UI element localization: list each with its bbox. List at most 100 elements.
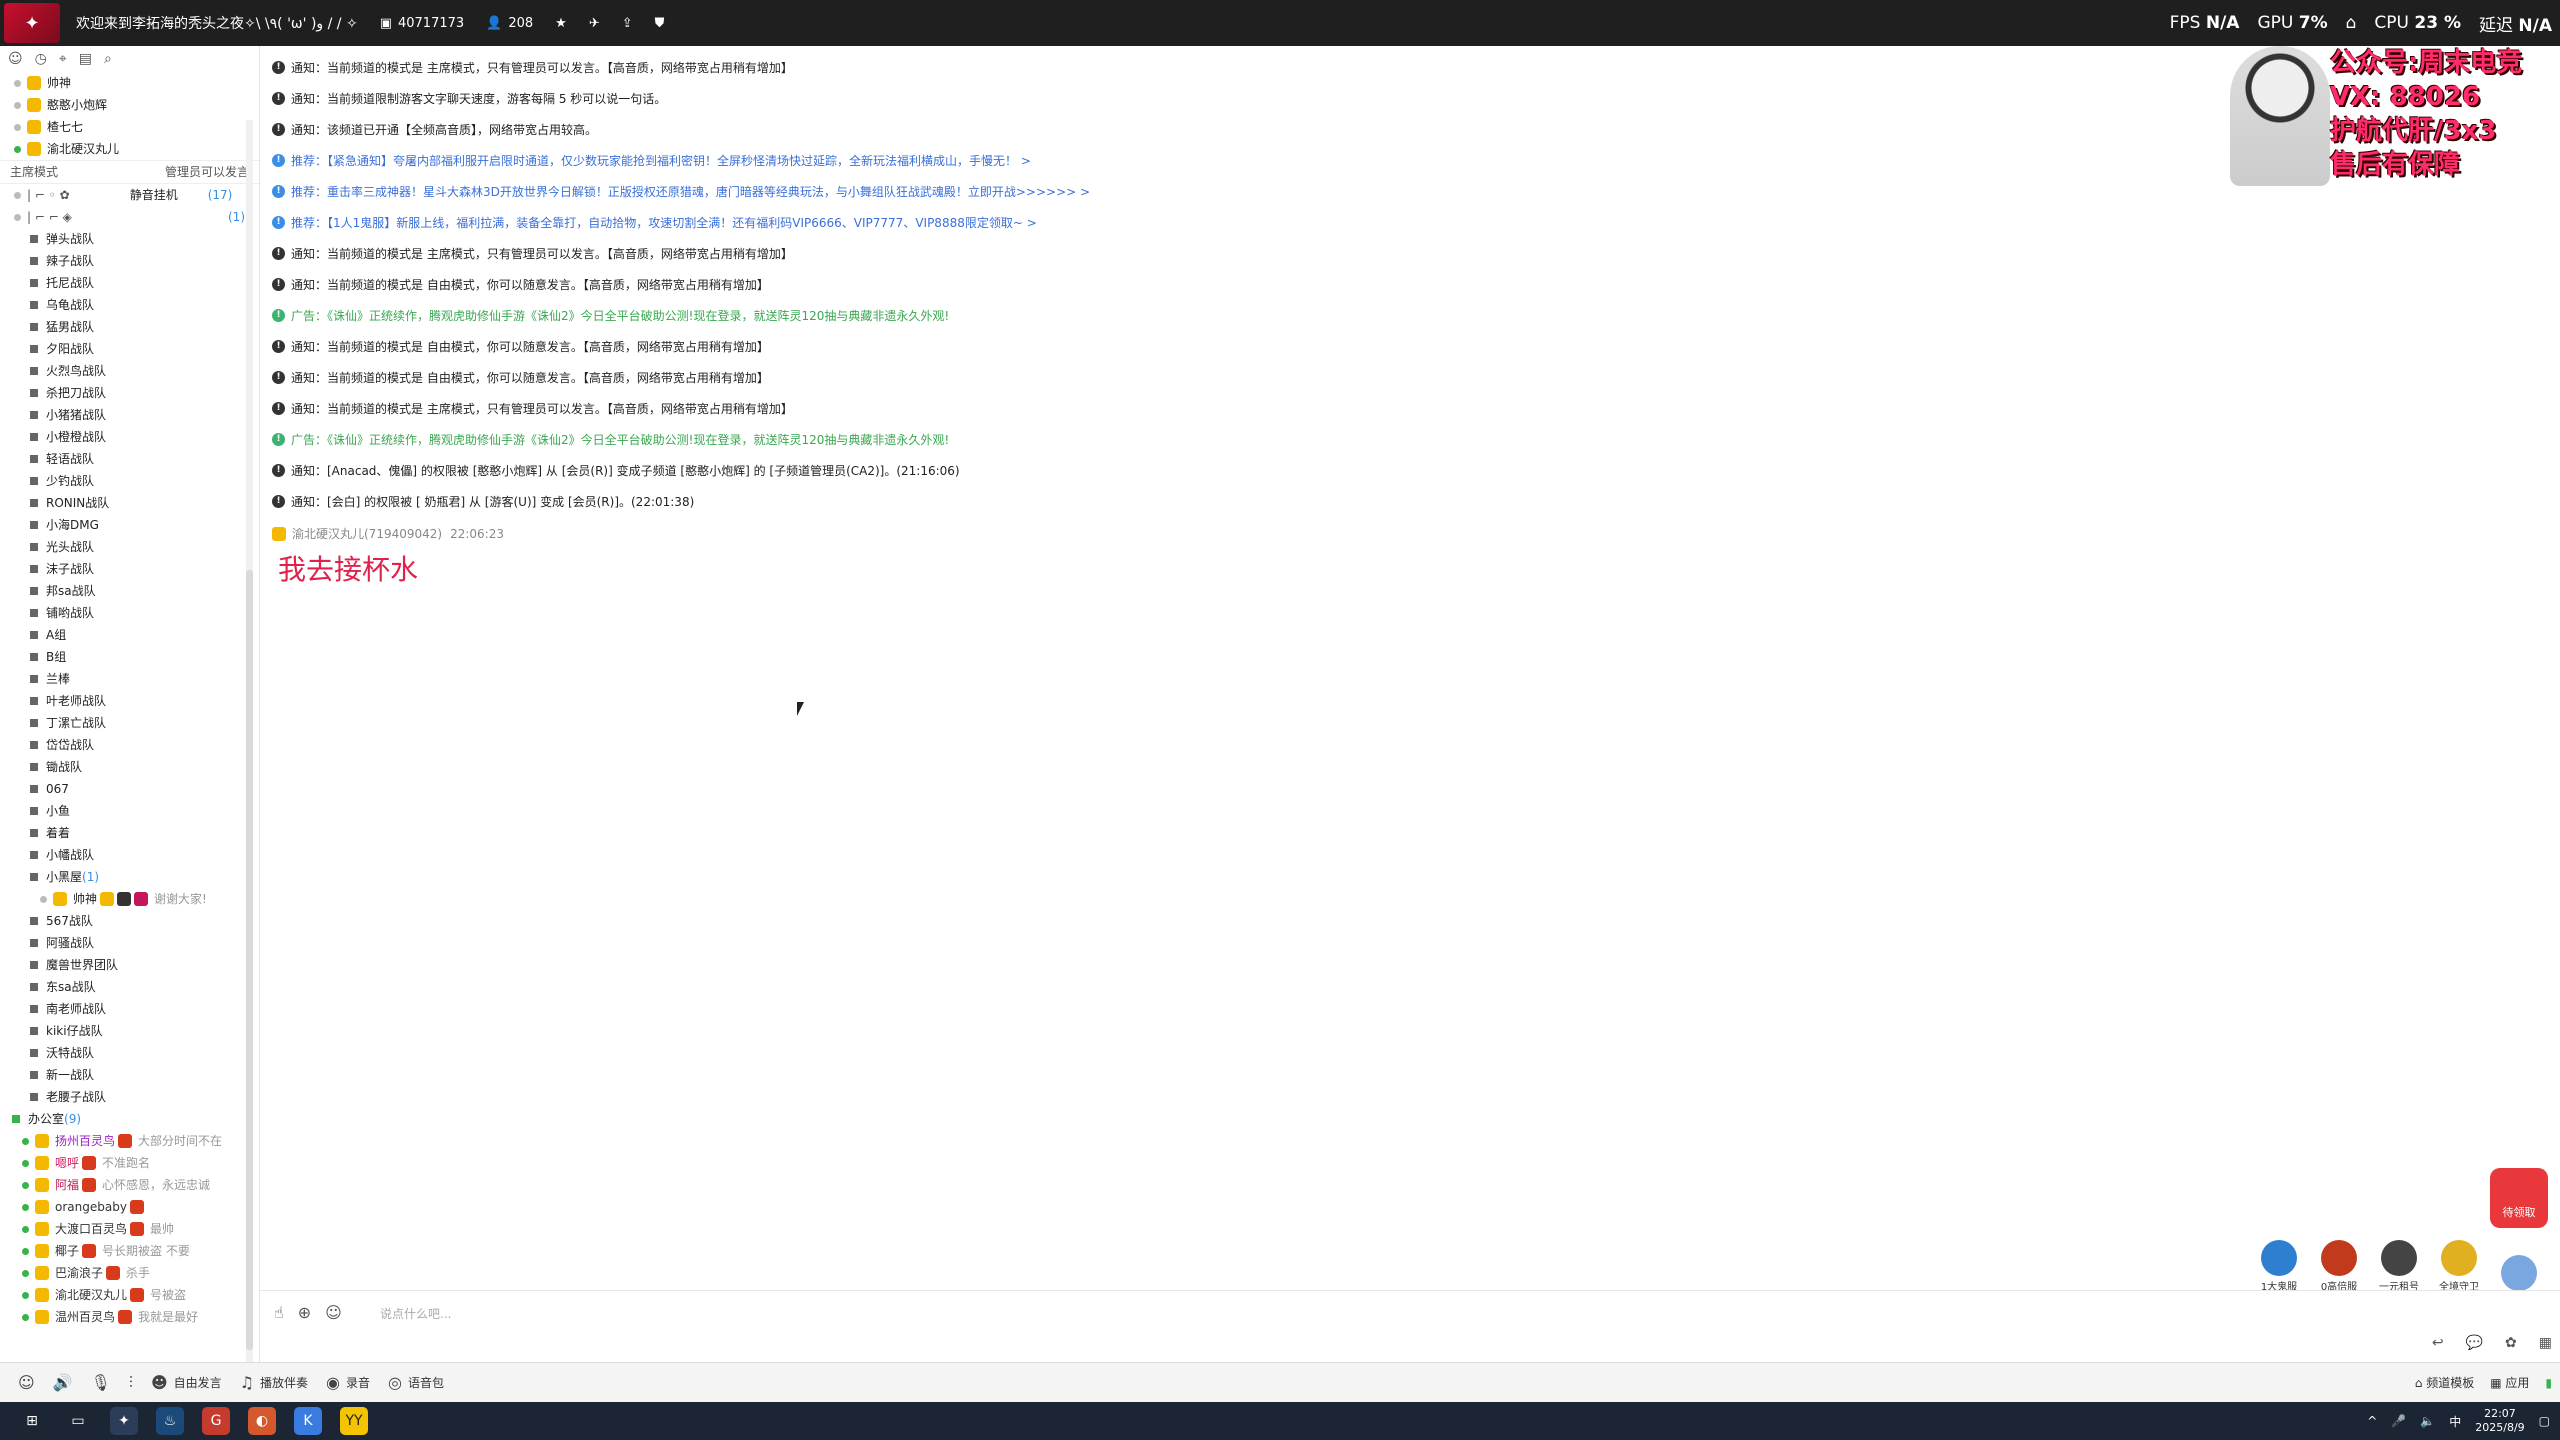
kook-icon[interactable]: K — [294, 1407, 322, 1435]
location-icon[interactable]: ⌖ — [59, 51, 67, 67]
comment-icon[interactable]: 💬 — [2466, 1335, 2483, 1351]
list-item[interactable]: 兰棒 — [0, 668, 259, 690]
list-item[interactable]: 丁漯亡战队 — [0, 712, 259, 734]
list-item[interactable]: 567战队 — [0, 910, 259, 932]
list-item[interactable]: 少钓战队 — [0, 470, 259, 492]
list-item[interactable]: 阿骚战队 — [0, 932, 259, 954]
list-item[interactable]: 火烈鸟战队 — [0, 360, 259, 382]
list-item[interactable]: 渝北硬汉丸儿 号被盗 — [0, 1284, 259, 1306]
list-item[interactable]: 魔兽世界团队 — [0, 954, 259, 976]
notification-icon[interactable]: ▢ — [2539, 1414, 2550, 1428]
online-count[interactable]: 👤 208 — [486, 16, 533, 31]
user-icon[interactable]: ☺ — [8, 51, 23, 67]
list-item[interactable]: 乌龟战队 — [0, 294, 259, 316]
list-item[interactable]: 扬州百灵鸟 大部分时间不在 — [0, 1130, 259, 1152]
hang-channel-2[interactable]: | ⌐ ⌐ ◈ (1) — [0, 206, 259, 228]
emoji-search-icon[interactable]: ☺ — [325, 1303, 342, 1322]
clock[interactable]: 22:07 2025/8/9 — [2475, 1407, 2524, 1435]
list-item[interactable]: A组 — [0, 624, 259, 646]
free-speech-button[interactable]: ☻ 自由发言 — [151, 1373, 222, 1392]
office-channel[interactable]: 办公室 (9) — [0, 1108, 259, 1130]
list-item[interactable]: 帅神 — [0, 72, 259, 94]
list-item[interactable]: 小橙橙战队 — [0, 426, 259, 448]
treasure-box[interactable]: 待领取 — [2490, 1168, 2548, 1228]
list-item[interactable]: 铺哟战队 — [0, 602, 259, 624]
list-item[interactable]: 托尼战队 — [0, 272, 259, 294]
list-item[interactable]: 新一战队 — [0, 1064, 259, 1086]
list-item[interactable]: 巴渝浪子 杀手 — [0, 1262, 259, 1284]
favorite-icon[interactable]: ★ — [555, 16, 567, 31]
sidebar-scrollbar[interactable] — [246, 120, 253, 1362]
list-item[interactable]: 猛男战队 — [0, 316, 259, 338]
avatar-icon[interactable]: ☺ — [18, 1373, 35, 1392]
share-icon[interactable]: ⇪ — [622, 16, 633, 31]
list-item[interactable]: RONIN战队 — [0, 492, 259, 514]
template-button[interactable]: ⌂ 频道模板 — [2415, 1374, 2474, 1391]
yy-icon[interactable]: YY — [340, 1407, 368, 1435]
list-item[interactable]: 憨憨小炮辉 — [0, 94, 259, 116]
list-item[interactable]: 锄战队 — [0, 756, 259, 778]
list-item[interactable]: 老腰子战队 — [0, 1086, 259, 1108]
channel-id[interactable]: ▣ 40717173 — [380, 16, 464, 31]
list-item[interactable]: 沃特战队 — [0, 1042, 259, 1064]
list-item[interactable]: 小鱼 — [0, 800, 259, 822]
notes-icon[interactable]: ▤ — [79, 51, 92, 67]
browser-icon[interactable]: ◐ — [248, 1407, 276, 1435]
list-item[interactable]: 邦sa战队 — [0, 580, 259, 602]
list-item[interactable]: orangebaby — [0, 1196, 259, 1218]
list-item[interactable]: 着着 — [0, 822, 259, 844]
list-item[interactable]: 大渡口百灵鸟 最帅 — [0, 1218, 259, 1240]
windows-start-icon[interactable]: ⊞ — [18, 1407, 46, 1435]
list-item[interactable]: 阿福 心怀感恩，永远忠诚 — [0, 1174, 259, 1196]
search-icon[interactable]: ⌕ — [104, 51, 112, 67]
list-item[interactable]: kiki仔战队 — [0, 1020, 259, 1042]
list-item[interactable]: 小黑屋 (1) — [0, 866, 259, 888]
shield-icon[interactable]: ⛊ — [655, 16, 665, 31]
chrome-icon[interactable]: G — [202, 1407, 230, 1435]
record-button[interactable]: ◉ 录音 — [326, 1373, 370, 1392]
speaker-icon[interactable]: 🔊 — [53, 1373, 73, 1392]
list-item[interactable]: 杀把刀战队 — [0, 382, 259, 404]
list-item[interactable]: 067 — [0, 778, 259, 800]
list-item[interactable]: 渝北硬汉丸儿 — [0, 138, 259, 160]
list-item[interactable]: 温州百灵鸟 我就是最好 — [0, 1306, 259, 1328]
voice-pack-button[interactable]: ◎ 语音包 — [388, 1373, 444, 1392]
home-icon[interactable]: ⌂ — [2346, 13, 2357, 33]
steam-icon[interactable]: ♨ — [156, 1407, 184, 1435]
list-item[interactable]: 嗯呼 不准跑名 — [0, 1152, 259, 1174]
list-item[interactable]: 小猪猪战队 — [0, 404, 259, 426]
rose-icon[interactable]: ✿ — [2505, 1335, 2517, 1351]
history-icon[interactable]: ◷ — [35, 51, 47, 67]
mixer-icon[interactable]: ⫶ — [129, 1373, 133, 1393]
list-item[interactable]: 东sa战队 — [0, 976, 259, 998]
app-icon[interactable]: ✦ — [110, 1407, 138, 1435]
taskview-icon[interactable]: ▭ — [64, 1407, 92, 1435]
music-button[interactable]: ♫ 播放伴奏 — [240, 1373, 308, 1392]
volume-icon[interactable]: 🔈 — [2420, 1414, 2435, 1428]
ime-indicator[interactable]: 中 — [2449, 1413, 2461, 1430]
list-item[interactable]: 帅神 谢谢大家! — [0, 888, 259, 910]
apps-button[interactable]: ▦ 应用 — [2490, 1374, 2529, 1391]
list-item[interactable]: 小幡战队 — [0, 844, 259, 866]
gamepad-icon[interactable]: ⊕ — [298, 1303, 311, 1322]
list-item[interactable]: 南老师战队 — [0, 998, 259, 1020]
enter-icon[interactable]: ↩ — [2432, 1335, 2444, 1351]
gift-item[interactable] — [2495, 1255, 2543, 1293]
list-item[interactable]: 楂七七 — [0, 116, 259, 138]
gift-item[interactable]: 1大鬼服 — [2255, 1240, 2303, 1293]
list-item[interactable]: B组 — [0, 646, 259, 668]
hang-channel[interactable]: | ⌐ ◦ ✿ 静音挂机 (17) — [0, 184, 259, 206]
gift-item[interactable]: 一元租号 — [2375, 1240, 2423, 1293]
list-item[interactable]: 弹头战队 — [0, 228, 259, 250]
list-item[interactable]: 椰子 号长期被盗 不要 — [0, 1240, 259, 1262]
chevron-up-icon[interactable]: ^ — [2367, 1414, 2377, 1428]
list-item[interactable]: 夕阳战队 — [0, 338, 259, 360]
mic-icon[interactable]: 🎙 — [91, 1373, 111, 1392]
mode-selector[interactable]: 主席模式 管理员可以发言 — [0, 160, 259, 184]
mic-tray-icon[interactable]: 🎤 — [2391, 1414, 2406, 1428]
gift-item[interactable]: 全境守卫 — [2435, 1240, 2483, 1293]
list-item[interactable]: 岱岱战队 — [0, 734, 259, 756]
list-item[interactable]: 辣子战队 — [0, 250, 259, 272]
plane-icon[interactable]: ✈ — [589, 16, 600, 31]
list-item[interactable]: 叶老师战队 — [0, 690, 259, 712]
